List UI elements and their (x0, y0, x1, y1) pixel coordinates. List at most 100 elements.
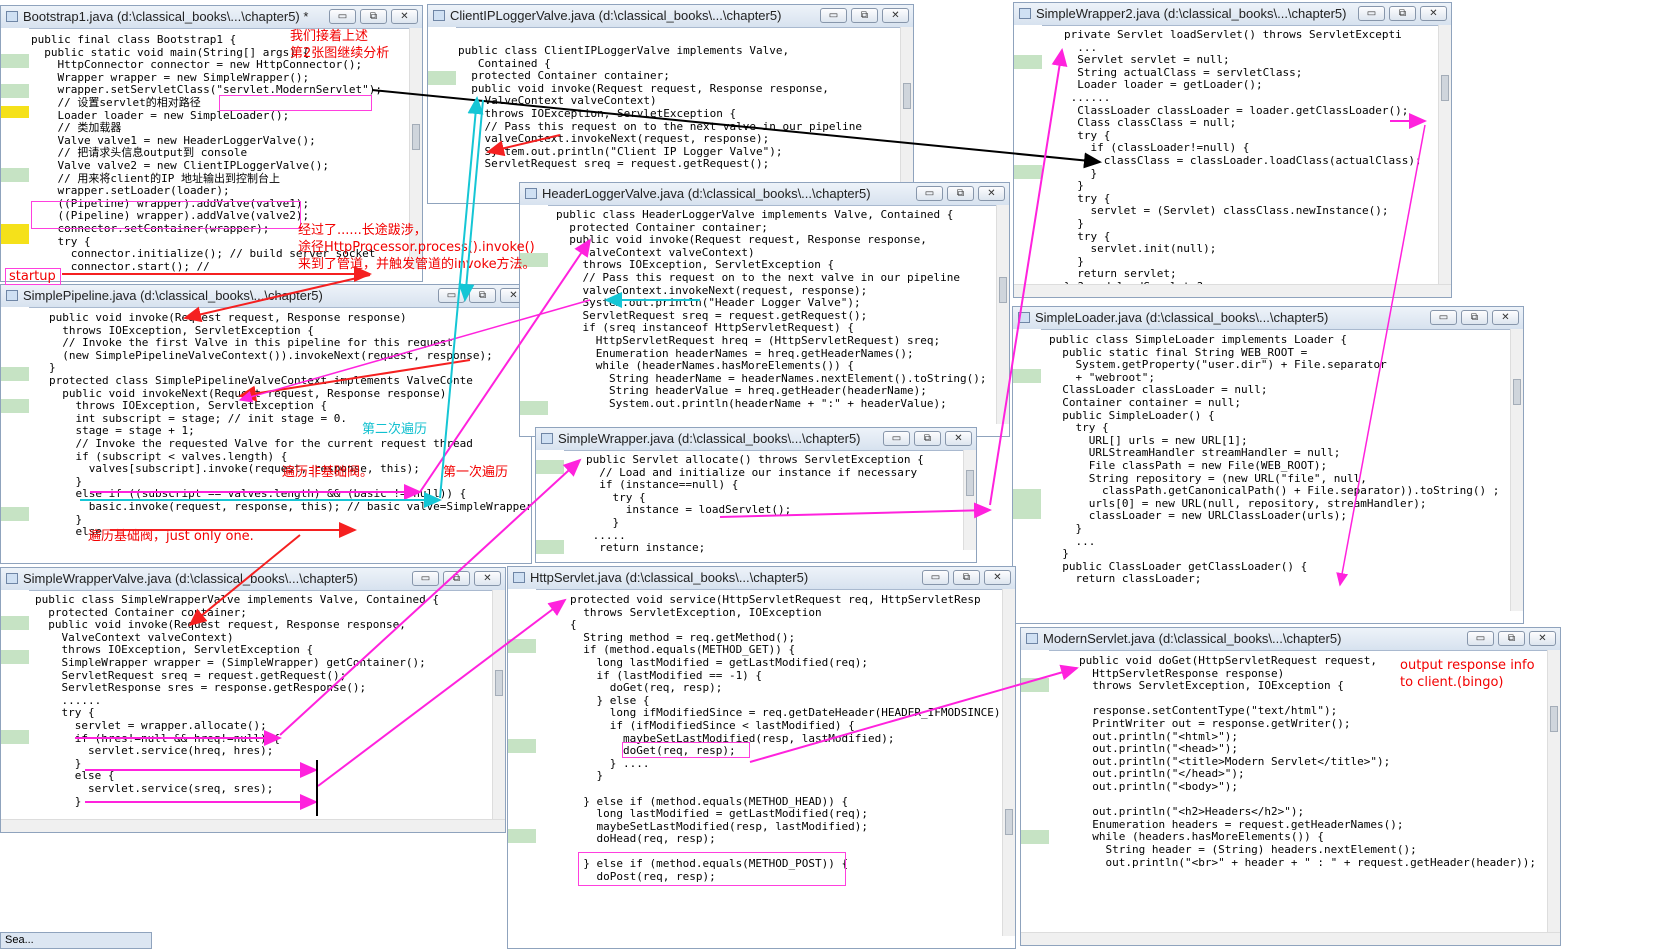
window-title: ClientIPLoggerValve.java (d:\classical_b… (450, 8, 782, 23)
minimize-button[interactable]: ▭ (1467, 631, 1494, 646)
note-top: 我们接着上述 第2张图继续分析 (290, 29, 390, 61)
maximize-button[interactable]: ⧉ (851, 8, 878, 23)
code-editor[interactable]: public Servlet allocate() throws Servlet… (586, 453, 962, 555)
minimize-button[interactable]: ▭ (412, 571, 439, 586)
close-button[interactable]: ✕ (882, 8, 909, 23)
maximize-button[interactable]: ⧉ (1498, 631, 1525, 646)
taskbar-label: Sea... (5, 934, 34, 946)
simple-wrapper2-window[interactable]: SimpleWrapper2.java (d:\classical_books\… (1013, 2, 1452, 298)
horizontal-scrollbar[interactable] (1014, 284, 1451, 297)
traverse-basic-label: 遍历基础阀，just only one. (88, 529, 254, 544)
title-bar[interactable]: SimpleWrapperValve.java (d:\classical_bo… (1, 568, 505, 591)
first-traverse-label: 第一次遍历 (443, 465, 509, 480)
close-button[interactable]: ✕ (984, 570, 1011, 585)
maximize-button[interactable]: ⧉ (1389, 6, 1416, 21)
vertical-scrollbar[interactable] (1510, 329, 1523, 611)
maximize-button[interactable]: ⧉ (914, 431, 941, 446)
java-file-icon (6, 573, 18, 584)
title-bar[interactable]: ModernServlet.java (d:\classical_books\.… (1021, 628, 1560, 651)
minimize-button[interactable]: ▭ (1430, 310, 1457, 325)
java-file-icon (541, 433, 553, 444)
minimize-button[interactable]: ▭ (438, 288, 465, 303)
editor-gutter (1013, 329, 1041, 623)
close-button[interactable]: ✕ (474, 571, 501, 586)
window-title: SimpleWrapperValve.java (d:\classical_bo… (23, 571, 358, 586)
code-editor[interactable]: public class SimpleWrapperValve implemen… (35, 593, 491, 808)
minimize-button[interactable]: ▭ (820, 8, 847, 23)
window-title: SimpleWrapper2.java (d:\classical_books\… (1036, 6, 1347, 21)
window-title: HeaderLoggerValve.java (d:\classical_boo… (542, 186, 871, 201)
vertical-scrollbar[interactable] (1002, 589, 1015, 936)
java-file-icon (1019, 8, 1031, 19)
editor-gutter (1, 307, 29, 563)
title-bar[interactable]: HttpServlet.java (d:\classical_books\...… (508, 567, 1015, 590)
editor-gutter (508, 589, 536, 948)
title-bar[interactable]: Bootstrap1.java (d:\classical_books\...\… (1, 6, 422, 29)
close-button[interactable]: ✕ (1420, 6, 1447, 21)
title-bar[interactable]: SimpleWrapper.java (d:\classical_books\.… (536, 428, 976, 451)
code-editor[interactable]: public class HeaderLoggerValve implement… (556, 208, 995, 411)
close-button[interactable]: ✕ (978, 186, 1005, 201)
maximize-button[interactable]: ⧉ (947, 186, 974, 201)
startup-label: startup (9, 269, 56, 284)
vertical-scrollbar[interactable] (1547, 650, 1560, 933)
http-servlet-window[interactable]: HttpServlet.java (d:\classical_books\...… (507, 566, 1016, 949)
vertical-scrollbar[interactable] (963, 450, 976, 550)
close-button[interactable]: ✕ (945, 431, 972, 446)
minimize-button[interactable]: ▭ (1358, 6, 1385, 21)
maximize-button[interactable]: ⧉ (360, 9, 387, 24)
simple-loader-window[interactable]: SimpleLoader.java (d:\classical_books\..… (1012, 306, 1524, 624)
servlet-class-highlight (219, 95, 372, 111)
window-title: SimpleLoader.java (d:\classical_books\..… (1035, 310, 1329, 325)
window-title: ModernServlet.java (d:\classical_books\.… (1043, 631, 1342, 646)
breakpoint-marker (1, 106, 29, 118)
maximize-button[interactable]: ⧉ (469, 288, 496, 303)
minimized-window-tab[interactable]: Sea... (0, 932, 152, 949)
window-title: SimplePipeline.java (d:\classical_books\… (23, 288, 323, 303)
close-button[interactable]: ✕ (1492, 310, 1519, 325)
maximize-button[interactable]: ⧉ (1461, 310, 1488, 325)
second-traverse-label: 第二次遍历 (362, 422, 428, 437)
minimize-button[interactable]: ▭ (883, 431, 910, 446)
vertical-scrollbar[interactable] (996, 205, 1009, 424)
editor-gutter (1, 590, 29, 832)
client-ip-logger-valve-window[interactable]: ClientIPLoggerValve.java (d:\classical_b… (427, 4, 914, 204)
code-editor[interactable]: public class ClientIPLoggerValve impleme… (458, 44, 899, 171)
close-button[interactable]: ✕ (391, 9, 418, 24)
maximize-button[interactable]: ⧉ (443, 571, 470, 586)
vertical-scrollbar[interactable] (1438, 25, 1451, 285)
header-logger-valve-window[interactable]: HeaderLoggerValve.java (d:\classical_boo… (519, 182, 1010, 437)
editor-gutter (1, 28, 29, 281)
traverse-non-basic-label: 遍历非基础阀。 (282, 465, 374, 480)
code-editor[interactable]: public void invoke(Request request, Resp… (49, 311, 531, 539)
window-title: Bootstrap1.java (d:\classical_books\...\… (23, 9, 309, 24)
title-bar[interactable]: HeaderLoggerValve.java (d:\classical_boo… (520, 183, 1009, 206)
simple-wrapper-valve-window[interactable]: SimpleWrapperValve.java (d:\classical_bo… (0, 567, 506, 833)
java-file-icon (6, 290, 18, 301)
code-editor[interactable]: public class SimpleLoader implements Loa… (1049, 333, 1509, 586)
note-process: 经过了......长途跋涉， 途径HttpProcessor.process()… (298, 223, 536, 272)
vertical-scrollbar[interactable] (492, 590, 505, 820)
editor-gutter (1021, 650, 1049, 945)
java-file-icon (1018, 312, 1030, 323)
title-bar[interactable]: ClientIPLoggerValve.java (d:\classical_b… (428, 5, 913, 28)
horizontal-scrollbar[interactable] (1021, 932, 1560, 945)
editor-gutter (1014, 25, 1042, 297)
dopost-highlight (578, 852, 846, 886)
horizontal-scrollbar[interactable] (1, 819, 505, 832)
maximize-button[interactable]: ⧉ (953, 570, 980, 585)
code-editor[interactable]: protected void service(HttpServletReques… (570, 593, 1007, 884)
code-editor[interactable]: private Servlet loadServlet() throws Ser… (1064, 28, 1437, 293)
java-file-icon (513, 572, 525, 583)
title-bar[interactable]: SimplePipeline.java (d:\classical_books\… (1, 285, 531, 308)
minimize-button[interactable]: ▭ (922, 570, 949, 585)
vertical-scrollbar[interactable] (900, 27, 913, 191)
minimize-button[interactable]: ▭ (329, 9, 356, 24)
doget-highlight (622, 742, 750, 758)
close-button[interactable]: ✕ (1529, 631, 1556, 646)
minimize-button[interactable]: ▭ (916, 186, 943, 201)
title-bar[interactable]: SimpleWrapper2.java (d:\classical_books\… (1014, 3, 1451, 26)
title-bar[interactable]: SimpleLoader.java (d:\classical_books\..… (1013, 307, 1523, 330)
simple-wrapper-window[interactable]: SimpleWrapper.java (d:\classical_books\.… (535, 427, 977, 563)
simple-pipeline-window[interactable]: SimplePipeline.java (d:\classical_books\… (0, 284, 532, 564)
